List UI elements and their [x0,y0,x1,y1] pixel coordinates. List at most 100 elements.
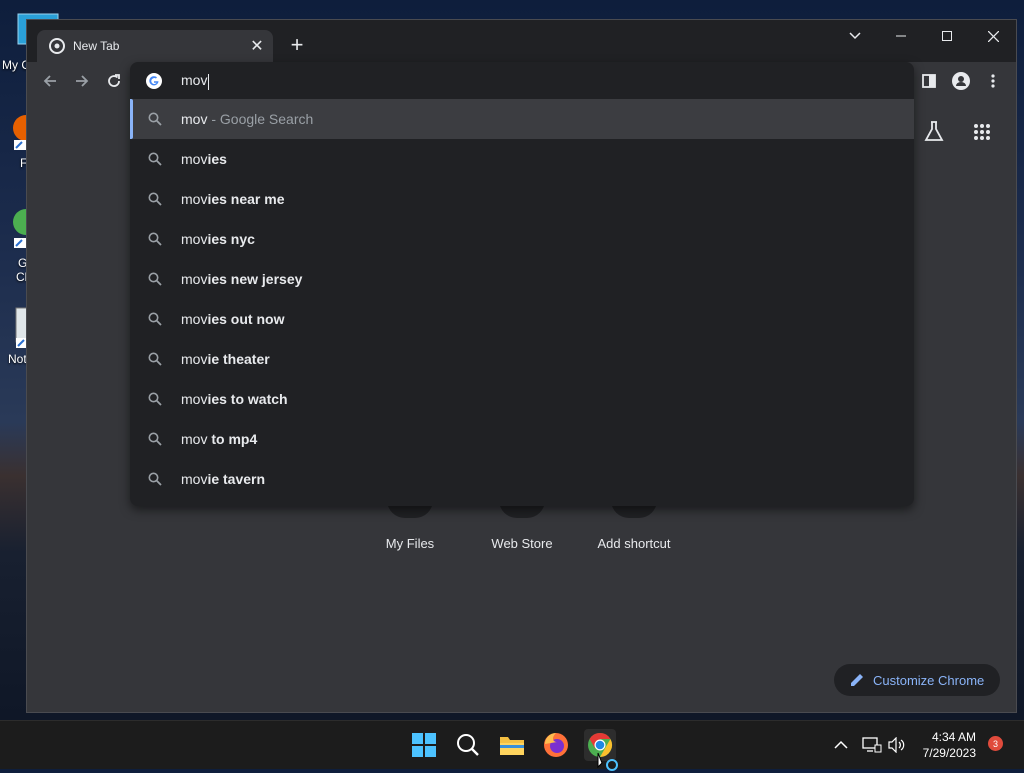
taskbar: 4:34 AM 7/29/2023 [0,720,1024,771]
suggestion-item[interactable]: mov - Google Search [130,99,914,139]
windows-icon [412,733,436,757]
maximize-icon [942,31,952,41]
suggestion-text: mov to mp4 [181,431,257,447]
desktop-icon-label: Not [8,352,27,366]
search-icon [148,232,162,246]
back-button[interactable] [36,67,64,95]
more-vert-icon [991,74,995,88]
suggestion-completion: ies to watch [207,391,288,407]
suggestion-prefix: mov [181,351,208,367]
side-panel-button[interactable] [915,67,943,95]
clock[interactable]: 4:34 AM 7/29/2023 [923,729,976,761]
suggestion-item[interactable]: movies near me [130,179,914,219]
tab-search-button[interactable] [832,20,878,52]
tab-title: New Tab [73,39,120,53]
reload-icon [108,74,120,87]
omnibox-input[interactable]: mov [130,62,914,100]
suggestion-prefix: mov [181,111,208,127]
suggestion-text: movies [181,151,227,167]
tab-strip: New Tab ✕ + [27,20,1016,62]
google-icon [146,73,162,89]
mouse-cursor-icon [597,752,618,771]
start-button[interactable] [408,729,440,761]
minimize-icon [896,35,906,37]
new-tab-button[interactable]: + [285,32,309,57]
firefox-button[interactable] [540,729,572,761]
suggestion-prefix: mov [181,391,208,407]
suggestion-prefix: mov [181,231,208,247]
pencil-icon [851,674,863,686]
search-icon [148,112,162,126]
chrome-icon [49,38,65,54]
volume-icon[interactable] [888,737,906,753]
chevron-down-icon [849,32,861,40]
maximize-button[interactable] [924,20,970,52]
omnibox-text: mov [181,72,208,89]
clock-time: 4:34 AM [931,730,976,744]
network-icon[interactable] [862,737,882,753]
reload-button[interactable] [100,67,128,95]
search-icon [148,352,162,366]
suggestion-completion: ies new jersey [207,271,303,287]
suggestion-completion: ie tavern [207,471,266,487]
search-icon [457,734,479,756]
profile-button[interactable] [947,67,975,95]
suggestion-item[interactable]: movies [130,139,914,179]
folder-icon [500,737,524,755]
search-icon [148,152,162,166]
search-icon [148,272,162,286]
suggestion-text: movie theater [181,351,270,367]
shortcut-label: Add shortcut [597,536,671,551]
close-tab-icon[interactable]: ✕ [247,36,267,56]
suggestion-completion: to mp4 [207,431,258,447]
profile-icon [952,72,970,90]
firefox-icon [544,733,568,757]
suggestion-item[interactable]: movie theater [130,339,914,379]
suggestion-completion: ies near me [207,191,285,207]
chevron-up-icon[interactable] [834,740,848,750]
suggestion-item[interactable]: movies out now [130,299,914,339]
labs-icon[interactable] [923,120,945,142]
suggestion-prefix: mov [181,431,208,447]
desktop-icon-label: Cl [16,270,28,284]
search-button[interactable] [452,729,484,761]
suggestion-completion: ies out now [207,311,285,327]
arrow-left-icon [43,75,56,87]
file-explorer-button[interactable] [496,729,528,761]
side-panel-icon [922,74,936,88]
suggestion-item[interactable]: mov to mp4 [130,419,914,459]
suggestion-completion: ie theater [207,351,270,367]
suggestion-text: movies out now [181,311,284,327]
forward-button[interactable] [68,67,96,95]
search-icon [148,472,162,486]
omnibox-dropdown: mov mov - Google Search movies movies near… [130,62,914,506]
close-icon [987,30,999,42]
shortcut-label: Web Store [491,536,553,551]
suggestion-item[interactable]: movies to watch [130,379,914,419]
suggestion-item[interactable]: movie tavern [130,459,914,499]
arrow-right-icon [76,75,89,87]
suggestion-item[interactable]: movies nyc [130,219,914,259]
apps-grid-icon[interactable] [973,123,991,141]
suggestion-item[interactable]: movies new jersey [130,259,914,299]
suggestion-hint: - Google Search [207,111,314,127]
clock-date: 7/29/2023 [922,746,976,760]
suggestion-completion: ies nyc [207,231,255,247]
suggestion-prefix: mov [181,151,208,167]
notification-badge[interactable]: 3 [988,736,1003,751]
customize-chrome-button[interactable]: Customize Chrome [834,664,1000,696]
minimize-button[interactable] [878,20,924,52]
menu-button[interactable] [979,67,1007,95]
text-caret [208,73,210,90]
shortcut-label: My Files [385,536,435,551]
desktop-icon-label: My C [2,58,30,72]
search-icon [148,432,162,446]
suggestion-text: mov - Google Search [181,111,313,127]
search-icon [148,312,162,326]
desktop-icon-label: G [18,256,28,270]
suggestion-completion: ies [207,151,227,167]
close-window-button[interactable] [970,20,1016,52]
search-icon [148,192,162,206]
suggestion-prefix: mov [181,311,208,327]
tab-new-tab[interactable]: New Tab ✕ [37,30,273,62]
